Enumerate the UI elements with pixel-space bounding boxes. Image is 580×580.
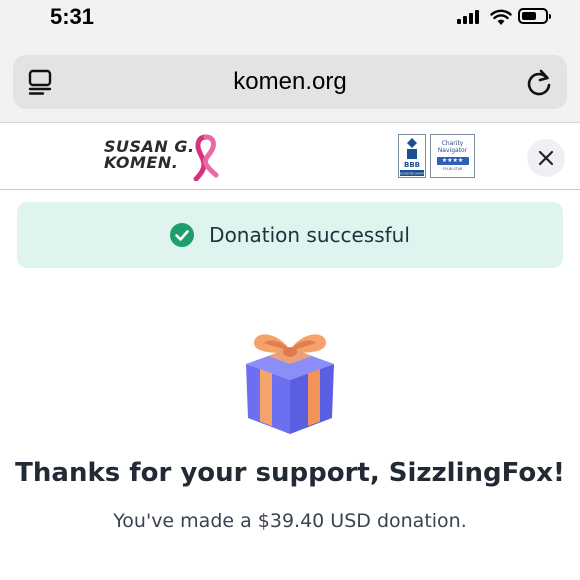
bbb-badge[interactable]: BBB ACCREDITED CHARITY <box>398 134 426 178</box>
logo-line-2: KOMEN. <box>104 153 179 172</box>
success-banner: Donation successful <box>17 202 563 268</box>
battery-icon <box>518 8 551 24</box>
signal-icon <box>457 10 483 24</box>
thanks-heading: Thanks for your support, SizzlingFox! <box>15 458 565 488</box>
cn-line-2: Navigator <box>437 147 468 154</box>
cn-rating: FOUR-STAR <box>442 167 463 171</box>
cn-line-1: Charity <box>441 140 464 147</box>
check-circle-icon <box>170 223 195 247</box>
status-bar: 5:31 <box>0 0 580 40</box>
url-text[interactable]: komen.org <box>13 68 567 96</box>
bbb-label: BBB <box>404 161 420 169</box>
bbb-logo-icon: BBB ACCREDITED CHARITY <box>400 138 425 176</box>
logo-text: SUSAN G. KOMEN. <box>104 139 195 171</box>
reload-icon[interactable] <box>525 67 553 97</box>
status-time: 5:31 <box>50 4 95 29</box>
pink-ribbon-icon <box>193 134 219 181</box>
browser-toolbar: komen.org <box>0 40 580 123</box>
site-header: SUSAN G. KOMEN. BBB ACCREDITED CHARITY C… <box>0 123 580 190</box>
address-bar[interactable]: komen.org <box>13 55 567 109</box>
donation-amount-text: You've made a $39.40 USD donation. <box>113 510 467 532</box>
komen-logo[interactable]: SUSAN G. KOMEN. <box>104 133 222 181</box>
gift-icon <box>246 334 334 434</box>
close-icon[interactable] <box>537 149 555 167</box>
wifi-icon <box>490 9 512 25</box>
bbb-sub-label: ACCREDITED CHARITY <box>400 173 425 176</box>
banner-text: Donation successful <box>209 223 410 247</box>
close-button[interactable] <box>527 139 565 177</box>
charity-navigator-badge[interactable]: Charity Navigator ★★★★ FOUR-STAR <box>430 134 475 178</box>
cn-stars: ★★★★ <box>436 157 469 165</box>
